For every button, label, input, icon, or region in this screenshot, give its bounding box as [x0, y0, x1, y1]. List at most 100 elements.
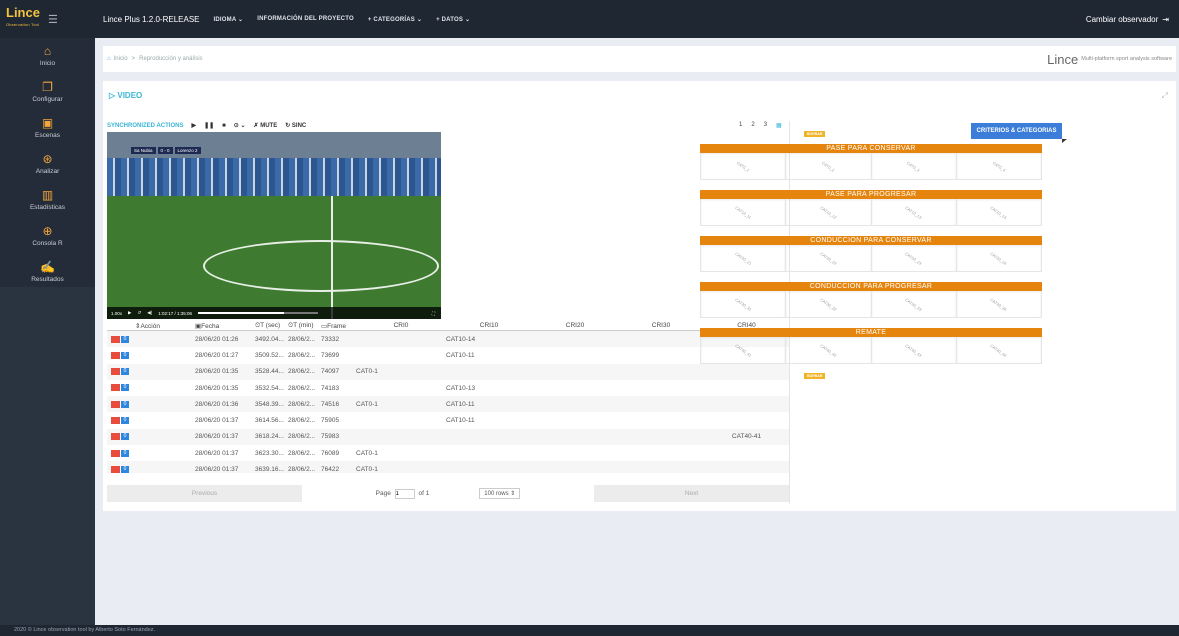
speed-dropdown-icon[interactable]: ⊙ ⌄: [234, 122, 246, 129]
sidebar-item-escenas[interactable]: ▣ Escenas: [0, 110, 95, 146]
mute-button[interactable]: ✗ MUTE: [254, 122, 278, 129]
edit-action-icon[interactable]: [111, 449, 120, 457]
sidebar-item-estadisticas[interactable]: ▥ Estadísticas: [0, 182, 95, 218]
action-counter[interactable]: 0: [121, 368, 129, 376]
edit-action-icon[interactable]: [111, 384, 120, 392]
category-button[interactable]: CAT30_32: [786, 291, 872, 317]
category-button[interactable]: CAT20_24: [957, 245, 1041, 271]
change-observer-button[interactable]: Cambiar observador ⇥: [1086, 0, 1169, 38]
category-button[interactable]: CAT0_2: [786, 153, 872, 179]
action-counter[interactable]: 0: [121, 400, 129, 408]
category-button[interactable]: CAT30_33: [872, 291, 957, 317]
action-counter[interactable]: 0: [121, 417, 129, 425]
playback-speed[interactable]: 1.00x: [111, 311, 122, 316]
sidebar-item-configurar[interactable]: ❐ Configurar: [0, 74, 95, 110]
category-button[interactable]: CAT40_41: [701, 337, 787, 363]
home-icon[interactable]: ⌂: [107, 56, 111, 62]
menu-project-info[interactable]: INFORMACIÓN DEL PROYECTO: [257, 16, 354, 22]
category-button[interactable]: CAT0_3: [872, 153, 957, 179]
table-row[interactable]: 0 28/06/20 01:36 3548.39... 28/06/2... 74516…: [107, 396, 789, 413]
page-input[interactable]: [394, 488, 415, 499]
table-row[interactable]: 0 28/06/20 01:37 3614.56... 28/06/2... 75905…: [107, 412, 789, 428]
fullscreen-icon[interactable]: ⛶: [432, 311, 435, 316]
menu-categorias[interactable]: + CATEGORÍAS ⌄: [368, 16, 422, 23]
edit-action-icon[interactable]: [111, 433, 120, 441]
video-page-1[interactable]: 1: [739, 122, 742, 129]
edit-action-icon[interactable]: [111, 417, 120, 425]
table-row[interactable]: 0 28/06/20 01:37 3618.24... 28/06/2... 75983…: [107, 428, 789, 446]
category-button[interactable]: CAT10_13: [872, 199, 957, 225]
menu-idioma[interactable]: IDIOMA ⌄: [214, 16, 244, 23]
video-player[interactable]: Sa Nubia 0 - 0 Lorenzo 2 1.00x ▶ ↺ ◀) 1:…: [107, 132, 441, 319]
col-cri30[interactable]: CRI30: [618, 322, 704, 329]
category-button[interactable]: CAT40_42: [786, 337, 872, 363]
table-row[interactable]: 0 28/06/20 01:37 3623.30... 28/06/2... 76089…: [107, 445, 789, 461]
category-button[interactable]: CAT30_31: [701, 291, 787, 317]
video-play-icon[interactable]: ▶: [128, 310, 131, 316]
volume-icon[interactable]: ◀): [147, 310, 152, 316]
col-accion[interactable]: ⇕Acción: [107, 322, 195, 330]
video-page-2[interactable]: 2: [751, 122, 754, 129]
next-button[interactable]: Next: [594, 485, 789, 502]
table-row[interactable]: 0 28/06/20 01:37 3639.16... 28/06/2... 76422…: [107, 461, 789, 473]
col-fecha[interactable]: ▣Fecha: [195, 322, 255, 330]
video-page-3[interactable]: 3: [764, 122, 767, 129]
pause-icon[interactable]: ❚❚: [204, 122, 214, 129]
col-cri10[interactable]: CRI10: [446, 322, 532, 329]
sidebar-item-inicio[interactable]: ⌂ Inicio: [0, 38, 95, 74]
col-tmin[interactable]: ⏲T (min): [288, 322, 321, 330]
category-button[interactable]: CAT0_1: [701, 153, 787, 179]
edit-action-icon[interactable]: [111, 400, 120, 408]
category-button[interactable]: CAT20_23: [872, 245, 957, 271]
rows-per-page-select[interactable]: 100 rows ⇕: [479, 488, 521, 499]
category-button[interactable]: CAT40_43: [872, 337, 957, 363]
category-button[interactable]: CAT10_14: [957, 199, 1041, 225]
grid-icon[interactable]: ▦: [776, 122, 782, 129]
play-icon[interactable]: ▶: [191, 122, 196, 129]
borrar-button-bottom[interactable]: BORRAR: [804, 373, 826, 379]
video-seek-bar[interactable]: [198, 312, 319, 314]
table-row[interactable]: 0 28/06/20 01:35 3528.44... 28/06/2... 74097…: [107, 363, 789, 380]
menu-datos[interactable]: + DATOS ⌄: [436, 16, 470, 23]
borrar-button-top[interactable]: BORRAR: [804, 131, 826, 137]
category-button[interactable]: CAT0_4: [957, 153, 1041, 179]
action-counter[interactable]: 0: [121, 449, 129, 457]
table-row[interactable]: 0 28/06/20 01:35 3532.54... 28/06/2... 74183…: [107, 380, 789, 396]
col-cri0[interactable]: CRI0: [356, 322, 446, 329]
stop-icon[interactable]: ■: [222, 123, 226, 129]
action-counter[interactable]: 0: [121, 335, 129, 343]
action-counter[interactable]: 0: [121, 384, 129, 392]
col-cri20[interactable]: CRI20: [532, 322, 618, 329]
action-counter[interactable]: 0: [121, 465, 129, 473]
breadcrumb-home[interactable]: Inicio: [114, 56, 128, 62]
action-counter[interactable]: 0: [121, 433, 129, 441]
category-button[interactable]: CAT10_12: [786, 199, 872, 225]
edit-action-icon[interactable]: [111, 351, 120, 359]
category-button[interactable]: CAT30_34: [957, 291, 1041, 317]
cell-fecha: 28/06/20 01:35: [195, 368, 239, 376]
edit-action-icon[interactable]: [111, 465, 120, 473]
sync-button[interactable]: ↻ SINC: [285, 122, 306, 129]
video-section-title[interactable]: ▷ VIDEO: [109, 91, 142, 100]
category-row: CAT20_21 CAT20_22 CAT20_23 CAT20_24: [700, 245, 1042, 272]
edit-action-icon[interactable]: [111, 335, 120, 343]
sidebar-item-consola-r[interactable]: ⊕ Consola R: [0, 218, 95, 254]
col-frame[interactable]: ▭Frame: [321, 322, 356, 330]
category-button[interactable]: CAT10_11: [701, 199, 787, 225]
replay-icon[interactable]: ↺: [137, 310, 141, 316]
edit-action-icon[interactable]: [111, 368, 120, 376]
previous-button[interactable]: Previous: [107, 485, 302, 502]
expand-icon[interactable]: ⤢: [1162, 91, 1168, 101]
col-tsec[interactable]: ⏲T (sec): [255, 322, 288, 330]
category-button[interactable]: CAT20_21: [701, 245, 787, 271]
category-button[interactable]: CAT40_44: [957, 337, 1041, 363]
action-counter[interactable]: 0: [121, 351, 129, 359]
category-button[interactable]: CAT20_22: [786, 245, 872, 271]
criteria-categories-button[interactable]: CRITERIOS & CATEGORIAS: [971, 123, 1067, 143]
table-row[interactable]: 0 28/06/20 01:27 3509.52... 28/06/2... 73699…: [107, 347, 789, 363]
sidebar-item-analizar[interactable]: ⊛ Analizar: [0, 146, 95, 182]
sidebar-item-resultados[interactable]: ✍ Resultados: [0, 254, 95, 290]
table-row[interactable]: 0 28/06/20 01:26 3492.04... 28/06/2... 73332…: [107, 331, 789, 348]
menu-toggle-icon[interactable]: ☰: [48, 13, 58, 26]
brand[interactable]: Lince Observation Tool ☰: [0, 0, 95, 38]
